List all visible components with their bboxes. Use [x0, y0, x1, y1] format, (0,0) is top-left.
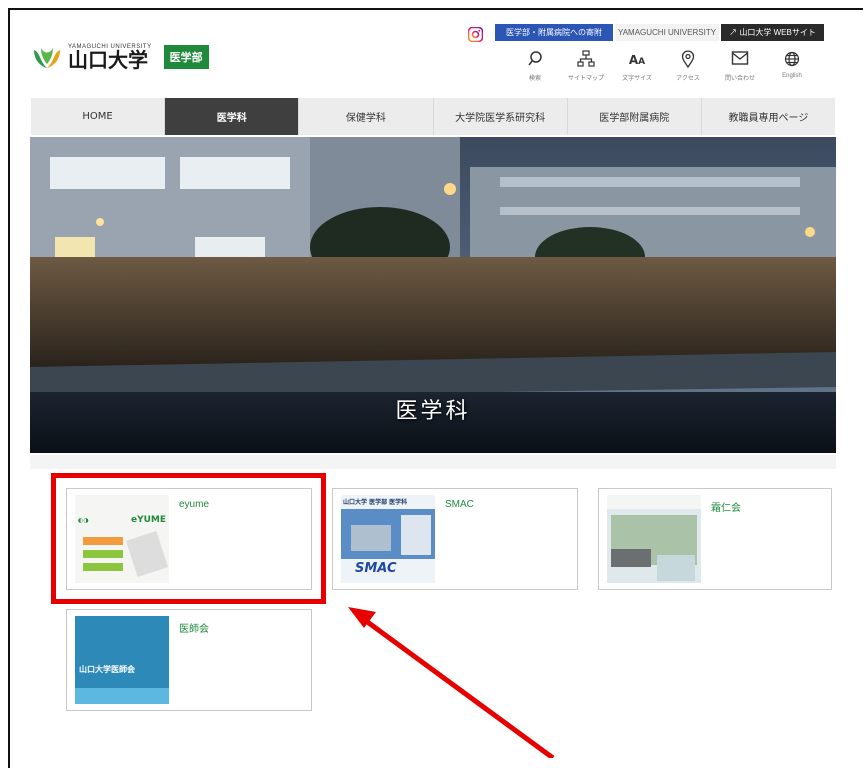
- english-label: English: [782, 73, 802, 79]
- main-navigation: HOME 医学科 保健学科 大学院医学系研究科 医学部附属病院 教職員専用ページ: [31, 98, 835, 135]
- globe-icon: [763, 50, 821, 72]
- link-card-soujinkai[interactable]: 霜仁会: [598, 488, 832, 590]
- english-button[interactable]: English: [763, 50, 821, 79]
- contact-label: 問い合わせ: [724, 76, 755, 82]
- donate-button[interactable]: 医学部・附属病院への寄附: [495, 24, 613, 41]
- ishikai-thumbnail: 山口大学医師会: [75, 616, 169, 704]
- nav-staff-only[interactable]: 教職員専用ページ: [702, 98, 835, 135]
- faculty-badge[interactable]: 医学部: [163, 45, 209, 69]
- logo-mark-icon: [30, 44, 64, 70]
- link-card-ishikai[interactable]: 山口大学医師会 医師会: [66, 609, 312, 711]
- access-button[interactable]: アクセス: [659, 50, 717, 82]
- text-size-icon: AA: [628, 53, 646, 67]
- mail-icon: [711, 50, 769, 72]
- logo-japanese: 山口大学: [68, 48, 148, 72]
- smac-title[interactable]: SMAC: [445, 499, 474, 510]
- text-size-label: 文字サイズ: [622, 76, 652, 82]
- university-logo[interactable]: YAMAGUCHI UNIVERSITY 山口大学 医学部: [30, 44, 209, 70]
- smac-thumb-logo: SMAC: [355, 561, 397, 576]
- sitemap-button[interactable]: サイトマップ: [557, 50, 615, 82]
- location-icon: [659, 50, 717, 72]
- smac-thumb-header: 山口大学 医学部 医学科: [343, 499, 408, 506]
- highlight-box: [51, 473, 326, 604]
- hero-banner: 医学科: [30, 137, 836, 453]
- section-divider: [30, 455, 836, 469]
- external-link-icon: ↗: [729, 28, 740, 37]
- search-button[interactable]: 検索: [506, 50, 564, 82]
- sitemap-label: サイトマップ: [567, 76, 604, 82]
- smac-thumbnail: 山口大学 医学部 医学科 SMAC: [341, 495, 435, 583]
- university-website-label: 山口大学 WEBサイト: [739, 28, 816, 37]
- nav-home[interactable]: HOME: [31, 98, 166, 135]
- search-label: 検索: [528, 76, 541, 82]
- university-website-button[interactable]: ↗ 山口大学 WEBサイト: [721, 24, 824, 41]
- sitemap-icon: [557, 50, 615, 72]
- nav-university-hospital[interactable]: 医学部附属病院: [568, 98, 702, 135]
- contact-button[interactable]: 問い合わせ: [711, 50, 769, 82]
- ishikai-title[interactable]: 医師会: [179, 620, 209, 635]
- nav-graduate-school[interactable]: 大学院医学系研究科: [434, 98, 568, 135]
- instagram-icon[interactable]: [467, 26, 484, 43]
- soujinkai-thumbnail: [607, 495, 701, 583]
- access-label: アクセス: [676, 76, 700, 82]
- soujinkai-title[interactable]: 霜仁会: [711, 499, 741, 514]
- ishikai-thumb-logo: 山口大学医師会: [79, 664, 135, 674]
- university-name-link[interactable]: YAMAGUCHI UNIVERSITY: [615, 24, 719, 41]
- search-icon: [506, 50, 564, 72]
- nav-health-sciences[interactable]: 保健学科: [299, 98, 434, 135]
- hero-title: 医学科: [395, 399, 471, 424]
- nav-medicine[interactable]: 医学科: [165, 98, 300, 135]
- text-size-button[interactable]: AA 文字サイズ: [608, 50, 666, 82]
- link-card-smac[interactable]: 山口大学 医学部 医学科 SMAC SMAC: [332, 488, 578, 590]
